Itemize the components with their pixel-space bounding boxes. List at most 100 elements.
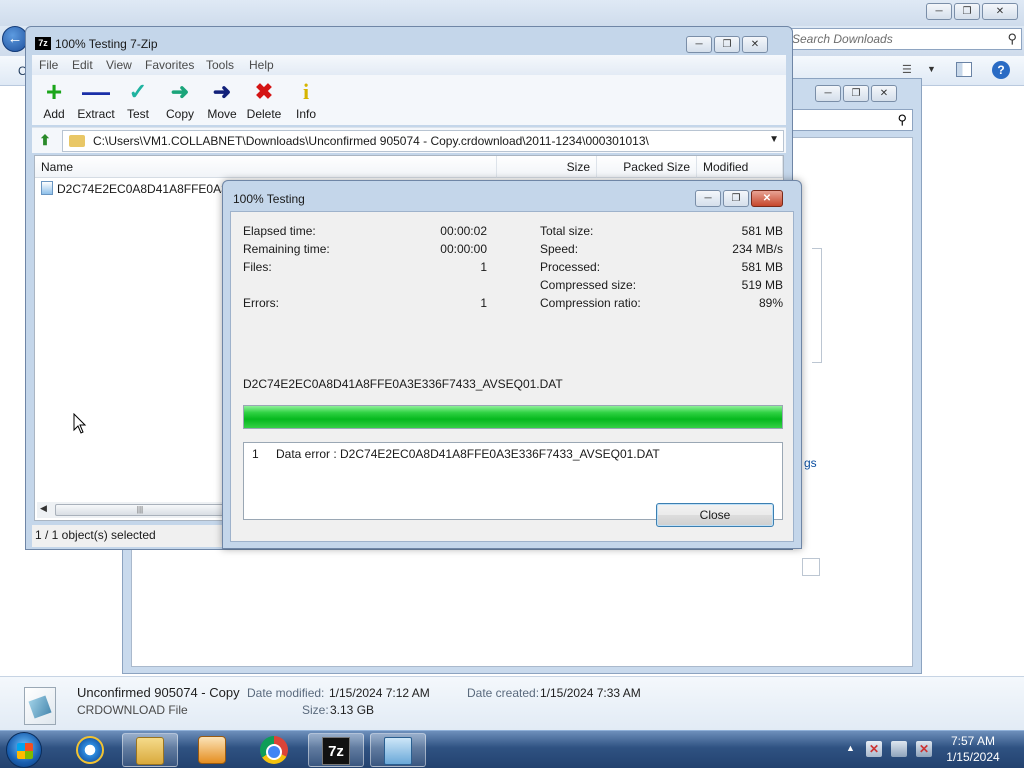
explorer-search-input[interactable]: Search Downloads ⚲ [787, 28, 1022, 50]
move-button-label: Move [207, 107, 237, 121]
taskbar-chrome[interactable] [246, 733, 302, 767]
search-icon[interactable]: ⚲ [1007, 31, 1017, 47]
copy-button[interactable]: ➜ Copy [158, 79, 202, 121]
processed-value: 581 MB [741, 260, 783, 274]
plus-icon: + [45, 76, 63, 107]
speed-label: Speed: [540, 242, 579, 256]
column-header-size[interactable]: Size [497, 156, 597, 178]
chevron-down-icon[interactable]: ▼ [769, 134, 779, 145]
show-hidden-icons-icon[interactable]: ▲ [846, 743, 855, 753]
7zip-window-controls: ─ ❐ ✕ [686, 36, 768, 53]
speed-value: 234 MB/s [732, 242, 783, 256]
compression-ratio-label: Compression ratio: [540, 296, 641, 310]
start-button[interactable] [6, 732, 42, 768]
preview-pane-icon[interactable] [956, 62, 972, 77]
delete-button[interactable]: ✖ Delete [242, 79, 286, 121]
restore-icon[interactable]: ❐ [954, 3, 980, 20]
up-folder-icon[interactable]: ⬆ [35, 132, 55, 150]
media-player-icon [198, 736, 226, 764]
taskbar-media-player[interactable] [184, 733, 240, 767]
help-icon[interactable]: ? [992, 61, 1010, 79]
column-header-modified[interactable]: Modified [697, 156, 783, 178]
close-icon[interactable]: ✕ [751, 190, 783, 207]
explorer-titlebar [0, 0, 1024, 26]
test-button-label: Test [126, 107, 149, 121]
search-icon[interactable]: ⚲ [897, 112, 907, 128]
action-center-flag-icon[interactable]: ✕ [866, 741, 882, 757]
taskbar: 7z ▲ ✕ ✕ 7:57 AM 1/15/2024 [0, 730, 1024, 768]
details-modified-value: 1/15/2024 7:12 AM [329, 686, 430, 700]
folder-icon [69, 135, 85, 147]
horizontal-scrollbar[interactable]: ◀ ||| [37, 502, 227, 518]
restore-icon[interactable]: ❐ [843, 85, 869, 102]
selection-status: 1 / 1 object(s) selected [35, 528, 156, 542]
add-button-label: Add [43, 107, 65, 121]
path-input[interactable]: C:\Users\VM1.COLLABNET\Downloads\Unconfi… [62, 130, 784, 152]
folder-icon [136, 737, 164, 765]
dialog-title: 100% Testing [233, 192, 305, 206]
total-size-label: Total size: [540, 224, 594, 238]
network-icon[interactable] [891, 741, 907, 757]
details-file-name: Unconfirmed 905074 - Copy [77, 685, 240, 700]
internet-explorer-icon [76, 736, 104, 764]
dialog-window-controls: ─ ❐ ✕ [695, 190, 783, 207]
7zip-toolbar: + Add — Extract ✓ Test ➜ Copy ➜ Move ✖ D… [32, 75, 786, 125]
chrome-icon [260, 736, 288, 764]
minimize-icon[interactable]: ─ [686, 36, 712, 53]
menu-favorites[interactable]: Favorites [145, 58, 194, 72]
taskbar-7zip[interactable]: 7z [308, 733, 364, 767]
background-link-fragment[interactable]: gs [804, 456, 817, 470]
scroll-left-icon[interactable]: ◀ [40, 503, 47, 514]
chevron-down-icon[interactable]: ▼ [927, 64, 936, 74]
info-button[interactable]: i Info [284, 79, 328, 121]
close-icon[interactable]: ✕ [871, 85, 897, 102]
menu-view[interactable]: View [106, 58, 132, 72]
message-text: Data error : D2C74E2EC0A8D41A8FFE0A3E336… [276, 447, 660, 461]
minimize-icon[interactable]: ─ [695, 190, 721, 207]
minus-icon: — [82, 76, 110, 107]
total-size-value: 581 MB [741, 224, 783, 238]
add-button[interactable]: + Add [32, 76, 76, 122]
table-row[interactable]: D2C74E2EC0A8D41A8FFE0A3E3 [41, 181, 242, 197]
column-header-name[interactable]: Name [35, 156, 497, 178]
7zip-address-bar: ⬆ C:\Users\VM1.COLLABNET\Downloads\Uncon… [32, 127, 786, 153]
view-options-icon[interactable]: ☰ [902, 63, 912, 76]
column-header-packed-size[interactable]: Packed Size [597, 156, 697, 178]
progress-bar-fill [244, 406, 782, 428]
close-icon[interactable]: ✕ [742, 36, 768, 53]
menu-help[interactable]: Help [249, 58, 274, 72]
taskbar-file-explorer[interactable] [122, 733, 178, 767]
extract-button[interactable]: — Extract [74, 76, 118, 122]
close-button[interactable]: Close [656, 503, 774, 527]
minimize-icon[interactable]: ─ [815, 85, 841, 102]
close-icon[interactable]: ✕ [982, 3, 1018, 20]
scrollbar-thumb[interactable]: ||| [55, 504, 225, 516]
file-icon [41, 181, 53, 195]
path-text: C:\Users\VM1.COLLABNET\Downloads\Unconfi… [93, 134, 649, 148]
test-button[interactable]: ✓ Test [116, 79, 160, 121]
menu-file[interactable]: File [39, 58, 58, 72]
background-control-edge [802, 558, 820, 576]
menu-edit[interactable]: Edit [72, 58, 93, 72]
details-created-value: 1/15/2024 7:33 AM [540, 686, 641, 700]
minimize-icon[interactable]: ─ [926, 3, 952, 20]
7zip-titlebar[interactable]: 7z 100% Testing 7-Zip [26, 27, 792, 57]
taskbar-internet-explorer[interactable] [62, 733, 118, 767]
details-modified-label: Date modified: [247, 686, 325, 700]
menu-tools[interactable]: Tools [206, 58, 234, 72]
move-button[interactable]: ➜ Move [200, 79, 244, 121]
restore-icon[interactable]: ❐ [723, 190, 749, 207]
dialog-body: Elapsed time: 00:00:02 Remaining time: 0… [230, 211, 794, 542]
clock-date[interactable]: 1/15/2024 [930, 750, 1016, 764]
details-size-label: Size: [302, 703, 329, 717]
background-search-input[interactable]: ⚲ [783, 109, 913, 131]
compressed-size-value: 519 MB [741, 278, 783, 292]
7zip-menubar: File Edit View Favorites Tools Help [32, 55, 786, 75]
clock-time[interactable]: 7:57 AM [930, 734, 1016, 748]
progress-bar [243, 405, 783, 429]
delete-button-label: Delete [246, 107, 282, 121]
elapsed-time-value: 00:00:02 [440, 224, 487, 238]
restore-icon[interactable]: ❐ [714, 36, 740, 53]
file-icon [24, 687, 56, 725]
taskbar-remote-desktop[interactable] [370, 733, 426, 767]
